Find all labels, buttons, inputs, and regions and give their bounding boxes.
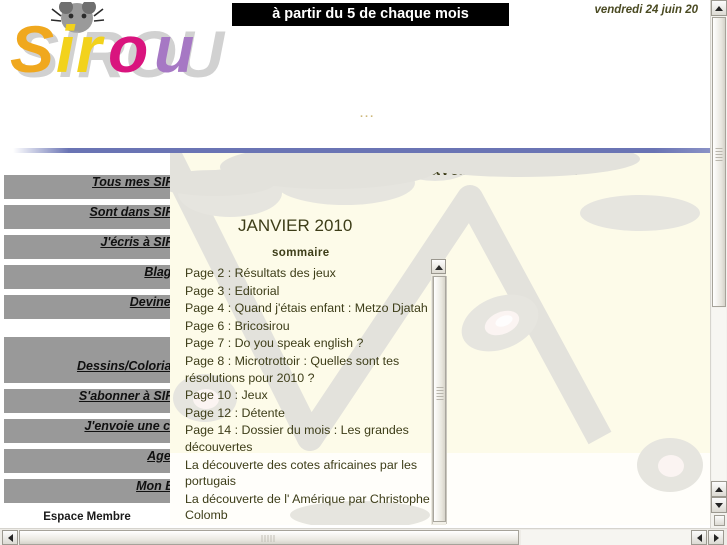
sidebar-item-label: Sont dans SIROU	[89, 205, 170, 219]
sirou-logo[interactable]: SIROU S i r o u	[4, 2, 244, 94]
sommaire-entry: La découverte des cotes africaines par l…	[185, 457, 418, 489]
scroll-left-button[interactable]	[2, 530, 18, 545]
svg-text:S: S	[10, 12, 54, 86]
triangle-left-icon	[697, 534, 702, 542]
sidebar-nav: Tous mes SIROU Sont dans SIROU J'écris à…	[0, 153, 170, 525]
triangle-left-icon	[8, 534, 13, 542]
scroll-up-button-bottom[interactable]	[711, 481, 727, 497]
sidebar-item-spacer[interactable]	[4, 337, 170, 361]
sidebar-item-mon-blog[interactable]: Mon Blog	[4, 479, 170, 503]
svg-text:u: u	[154, 12, 194, 86]
window-vertical-scrollbar[interactable]	[710, 0, 727, 528]
sidebar-item-label: Agenda	[147, 449, 170, 463]
sommaire-entry: Page 7 : Do you speak english ?	[185, 336, 364, 351]
sidebar-item-blagues[interactable]: Blagues	[4, 265, 170, 289]
sommaire-scroll-thumb[interactable]	[433, 276, 446, 522]
sommaire-entry: Page 14 : Dossier du mois : Les grandes …	[185, 423, 409, 454]
sidebar-item-label: Devinettes	[129, 295, 170, 309]
scroll-grip-icon	[261, 535, 277, 545]
sommaire-scroll-panel[interactable]: Page 2 : Résultats des jeux Page 3 : Edit…	[179, 265, 447, 523]
sommaire-entry: Page 4 : Quand j'étais enfant : Metzo Dj…	[185, 301, 428, 316]
svg-text:o: o	[108, 12, 148, 86]
issue-month: JANVIER 2010	[238, 216, 353, 235]
sidebar-item-sont-dans-sirou[interactable]: Sont dans SIROU	[4, 205, 170, 229]
sommaire-entry: Page 2 : Résultats des jeux	[185, 266, 336, 280]
scroll-grip-icon	[436, 387, 443, 402]
sommaire-entry: Page 6 : Bricosirou	[185, 318, 290, 333]
sidebar-item-sabonner-a-sirou[interactable]: S'abonner à SIROU	[4, 389, 170, 413]
triangle-up-icon	[435, 265, 443, 270]
svg-text:r: r	[76, 12, 105, 86]
sidebar-item-dessins-coloriages[interactable]: Dessins/Coloriages	[4, 359, 170, 383]
sidebar-item-agenda[interactable]: Agenda	[4, 449, 170, 473]
scroll-up-button[interactable]	[711, 0, 727, 16]
sidebar-item-tous-mes-sirou[interactable]: Tous mes SIROU	[4, 175, 170, 199]
sidebar-item-label: Tous mes SIROU	[92, 175, 170, 189]
sommaire-list: Page 2 : Résultats des jeux Page 3 : Edit…	[185, 265, 430, 523]
window-horizontal-scrollbar[interactable]	[0, 528, 727, 545]
triangle-down-icon	[715, 503, 723, 508]
site-header: SIROU S i r o u à partir du 5 de chaque …	[0, 0, 710, 100]
sidebar-item-label: J'écris à SIROU	[100, 235, 170, 249]
sommaire-entry: Page 10 : Jeux	[185, 388, 268, 403]
sidebar-item-label: Mon Blog	[136, 479, 170, 493]
sommaire-heading: sommaire	[272, 247, 330, 259]
horizontal-scroll-thumb[interactable]	[19, 530, 519, 545]
sommaire-entry: La découverte de l' Amérique par Christo…	[185, 491, 430, 523]
ellipsis-placeholder: ...	[360, 108, 376, 120]
triangle-up-icon	[715, 6, 723, 11]
scrollbar-corner	[714, 515, 725, 526]
vertical-scroll-thumb[interactable]	[712, 17, 726, 307]
sommaire-entry: Page 3 : Editorial	[185, 283, 280, 298]
promo-banner: à partir du 5 de chaque mois	[232, 3, 509, 26]
vertical-scroll-track[interactable]	[712, 308, 726, 480]
page-body: METZO DJATAH "Travaillez à l'école" JANV…	[0, 153, 710, 525]
horizontal-scroll-track[interactable]	[521, 530, 704, 545]
triangle-up-icon	[715, 487, 723, 492]
sidebar-item-label: J'envoie une carte	[84, 419, 170, 433]
sirou-logo-svg: SIROU S i r o u	[10, 2, 226, 91]
sidebar-item-label: S'abonner à SIROU	[78, 389, 170, 403]
sidebar-item-jecris-a-sirou[interactable]: J'écris à SIROU	[4, 235, 170, 259]
sidebar-item-label: Dessins/Coloriages	[76, 359, 170, 373]
sommaire-scroll-up-button[interactable]	[431, 259, 446, 274]
scroll-right-button[interactable]	[708, 530, 724, 545]
member-area-label: Espace Membre	[43, 511, 131, 523]
scroll-down-button[interactable]	[711, 497, 727, 513]
current-date: vendredi 24 juin 20	[594, 4, 698, 16]
svg-text:i: i	[56, 12, 76, 86]
sommaire-scrollbar[interactable]	[431, 259, 447, 525]
sidebar-item-label: Blagues	[144, 265, 170, 279]
scroll-left-button-right[interactable]	[691, 530, 707, 545]
browser-viewport: SIROU S i r o u à partir du 5 de chaque …	[0, 0, 727, 545]
sidebar-item-jenvoie-une-carte[interactable]: J'envoie une carte	[4, 419, 170, 443]
sommaire-entry: Page 12 : Détente	[185, 405, 285, 420]
sommaire-entry: Page 8 : Microtrottoir : Quelles sont te…	[185, 353, 400, 385]
scroll-grip-icon	[715, 148, 723, 163]
triangle-right-icon	[714, 534, 719, 542]
sommaire-scroll-track[interactable]	[432, 276, 447, 524]
sidebar-item-devinettes[interactable]: Devinettes	[4, 295, 170, 319]
